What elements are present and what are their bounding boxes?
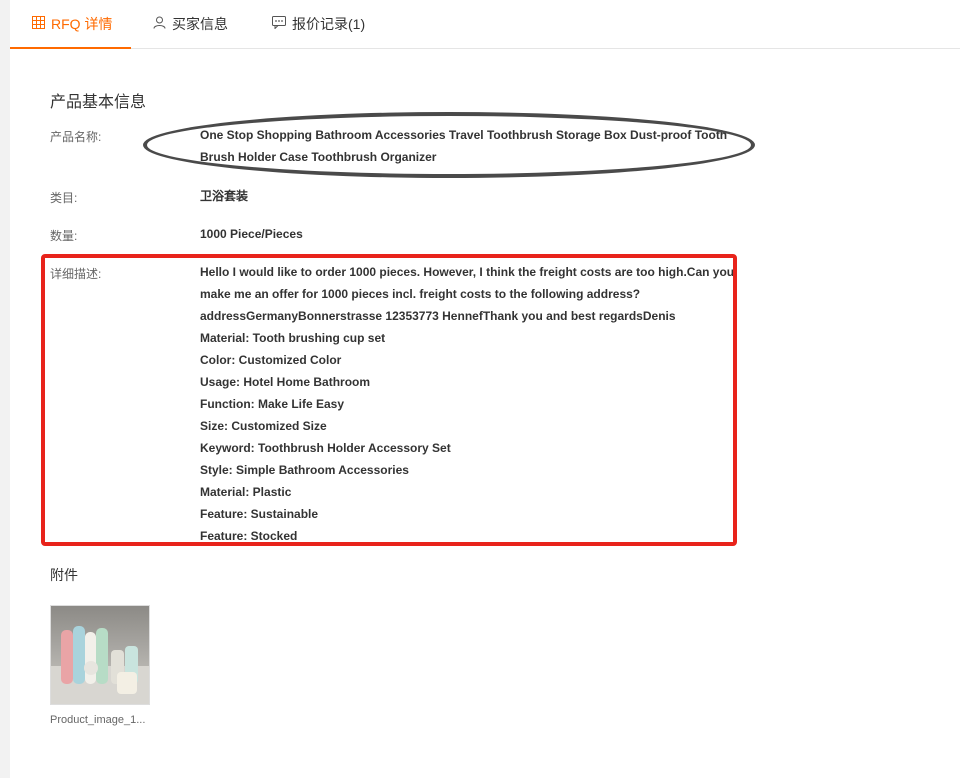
description-line: make me an offer for 1000 pieces incl. f… (200, 287, 641, 301)
description-line: Hello I would like to order 1000 pieces.… (200, 265, 735, 279)
description-line: Keyword: Toothbrush Holder Accessory Set (200, 441, 451, 455)
user-icon (153, 0, 166, 48)
table-icon (32, 0, 45, 48)
product-name-label: 产品名称: (50, 130, 102, 144)
description-line: Feature: Sustainable (200, 507, 319, 521)
tab-label: RFQ 详情 (51, 16, 113, 32)
attachment-thumbnail[interactable] (50, 605, 150, 705)
tab-rfq-detail[interactable]: RFQ 详情 (10, 0, 131, 49)
description-value: Hello I would like to order 1000 pieces.… (200, 261, 800, 547)
tab-quote-records[interactable]: 报价记录(1) (272, 0, 365, 48)
description-line: Usage: Hotel Home Bathroom (200, 375, 371, 389)
category-value: 卫浴套装 (200, 189, 249, 203)
description-line: Function: Make Life Easy (200, 397, 345, 411)
description-line: Material: Tooth brushing cup set (200, 331, 386, 345)
description-line: Material: Plastic (200, 485, 292, 499)
description-line: Feature: Stocked (200, 529, 298, 543)
product-name-value: One Stop Shopping Bathroom Accessories T… (200, 128, 728, 164)
description-line: addressGermanyBonnerstrasse 12353773 Hen… (200, 309, 676, 323)
attachments-title: 附件 (50, 567, 78, 583)
message-icon (272, 0, 286, 48)
rfq-detail-panel: RFQ 详情 买家信息 报价记录(1) 产品基本信息 产品名称: One Sto… (10, 0, 960, 778)
description-label: 详细描述: (50, 267, 102, 281)
tab-bar: RFQ 详情 买家信息 报价记录(1) (10, 0, 960, 49)
description-line: Color: Customized Color (200, 353, 342, 367)
category-label: 类目: (50, 191, 78, 205)
tab-buyer-info[interactable]: 买家信息 (153, 0, 228, 48)
section-title: 产品基本信息 (50, 94, 147, 111)
description-line: Size: Customized Size (200, 419, 327, 433)
tab-label: 买家信息 (172, 16, 228, 32)
quantity-label: 数量: (50, 229, 78, 243)
tab-label: 报价记录(1) (292, 16, 366, 32)
attachment-filename[interactable]: Product_image_1... (50, 714, 160, 726)
description-line: Style: Simple Bathroom Accessories (200, 463, 409, 477)
product-photo (51, 606, 149, 704)
quantity-value: 1000 Piece/Pieces (200, 227, 303, 241)
